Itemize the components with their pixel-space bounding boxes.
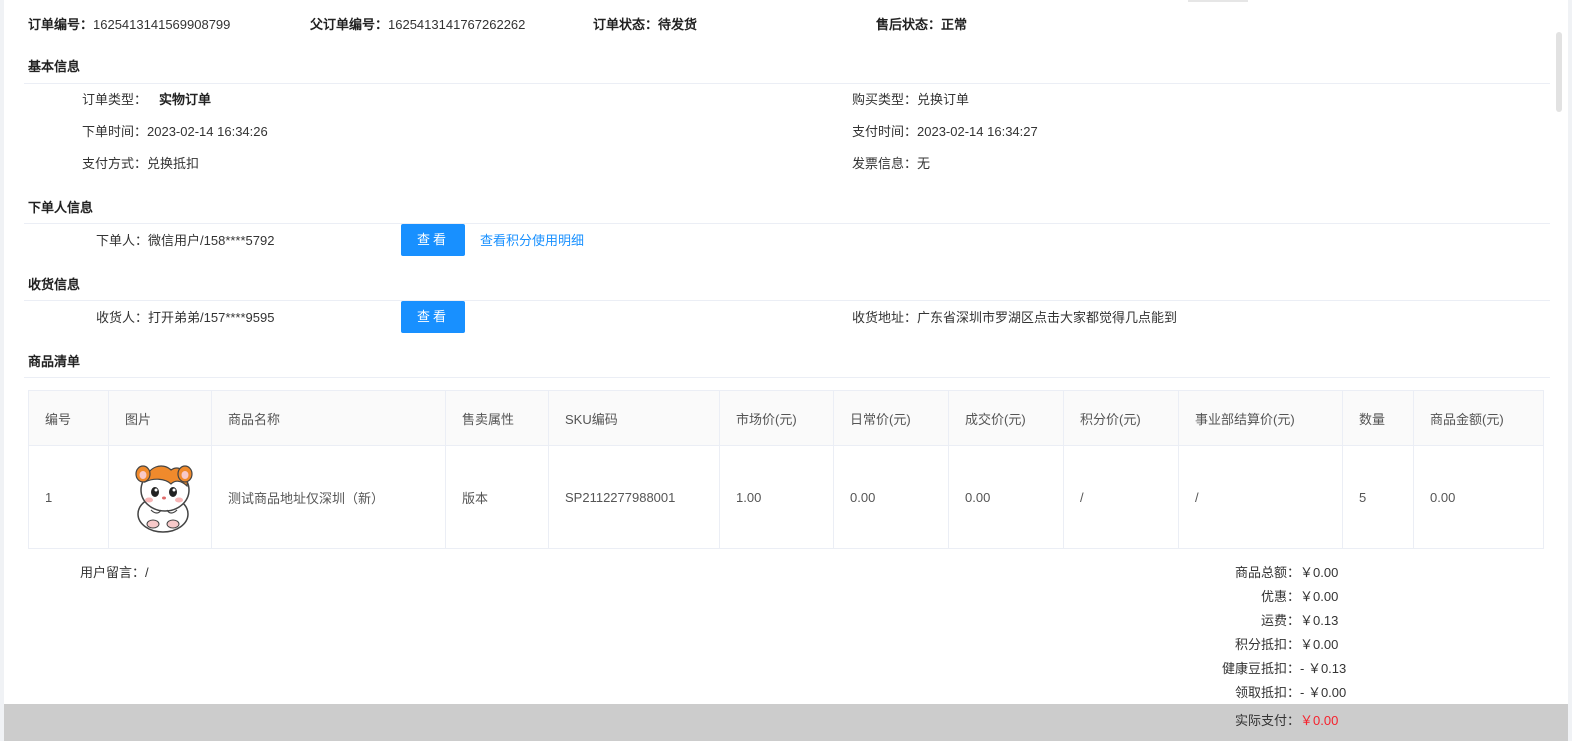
cell-name: 测试商品地址仅深圳（新） [211,445,446,549]
pay-time-label: 支付时间： [852,124,918,139]
pay-time: 支付时间：2023-02-14 16:34:27 [852,123,1038,141]
table-header-row: 编号 图片 商品名称 售卖属性 SKU编码 市场价(元) 日常价(元) 成交价(… [28,390,1544,446]
divider [24,377,1550,378]
receiver-info: 收货人：打开弟弟/157****9595 [96,309,274,327]
freight-label: 运费： [1260,613,1300,628]
column-header: 数量 [1342,390,1414,446]
column-header: 市场价(元) [719,390,834,446]
points-detail-link[interactable]: 查看积分使用明细 [480,232,584,250]
cell-points-price: / [1063,445,1179,549]
pay-method-value: 兑换抵扣 [147,156,200,171]
order-status: 订单状态：待发货 [593,16,697,34]
cell-daily-price: 0.00 [833,445,949,549]
order-no: 订单编号：1625413141569908799 [28,16,230,34]
freight-value: ￥0.13 [1300,613,1339,628]
cell-deal-price: 0.00 [948,445,1064,549]
horizontal-scroll-indicator[interactable] [1188,0,1248,2]
aftersale-status-value: 正常 [941,17,968,32]
buyer-view-button[interactable]: 查看 [401,224,465,256]
section-title-goods: 商品清单 [28,354,81,369]
paid-label: 实际支付： [1234,713,1300,728]
section-title-receiver: 收货信息 [28,277,81,292]
receiver-address: 收货地址：广东省深圳市罗湖区点击大家都觉得几点能到 [852,309,1177,327]
points-deduct-value: ￥0.00 [1300,637,1339,652]
buy-type: 购买类型：兑换订单 [852,91,969,109]
claim-deduct-label: 领取抵扣： [1234,685,1300,700]
claim-deduct-value: - ￥0.00 [1300,685,1347,700]
pay-time-value: 2023-02-14 16:34:27 [917,124,1038,139]
right-gutter [1568,0,1572,741]
cell-qty: 5 [1342,445,1414,549]
order-time: 下单时间：2023-02-14 16:34:26 [82,123,268,141]
buyer-label: 下单人： [96,233,149,248]
divider [24,300,1550,301]
invoice-info: 发票信息：无 [852,155,930,173]
column-header: 售卖属性 [445,390,549,446]
order-no-label: 订单编号： [28,17,94,32]
table-row: 1 测试商品地址仅深圳（新） 版本 SP2112277988001 1.00 0… [28,445,1544,549]
column-header: 成交价(元) [948,390,1064,446]
cell-dept-price: / [1178,445,1343,549]
paid-value: ￥0.00 [1300,713,1339,728]
column-header: 商品金额(元) [1413,390,1544,446]
column-header: 编号 [28,390,109,446]
order-type: 订单类型： 实物订单 [82,91,211,109]
pay-method: 支付方式：兑换抵扣 [82,155,199,173]
remark-label: 用户留言： [80,565,146,580]
column-header: 日常价(元) [833,390,949,446]
cell-no: 1 [28,445,109,549]
buy-type-label: 购买类型： [852,92,918,107]
address-label: 收货地址： [852,310,918,325]
total-label: 商品总额： [1234,565,1300,580]
buyer-value: 微信用户/158****5792 [148,233,275,248]
user-remark: 用户留言：/ [80,564,149,582]
cell-sku: SP2112277988001 [548,445,720,549]
aftersale-status: 售后状态：正常 [876,16,967,34]
invoice-value: 无 [917,156,931,171]
bean-deduct-label: 健康豆抵扣： [1221,661,1300,676]
remark-value: / [145,565,149,580]
parent-order-no: 父订单编号：1625413141767262262 [310,16,525,34]
receiver-value: 打开弟弟/157****9595 [148,310,275,325]
column-header: 图片 [108,390,212,446]
vertical-scrollbar-thumb[interactable] [1556,32,1562,112]
order-time-label: 下单时间： [82,124,148,139]
order-no-value: 1625413141569908799 [93,17,231,32]
order-status-label: 订单状态： [593,17,659,32]
column-header: 商品名称 [211,390,446,446]
parent-order-no-label: 父订单编号： [310,17,389,32]
order-status-value: 待发货 [658,17,698,32]
address-value: 广东省深圳市罗湖区点击大家都觉得几点能到 [917,310,1178,325]
column-header: SKU编码 [548,390,720,446]
total-value: ￥0.00 [1300,565,1339,580]
column-header: 事业部结算价(元) [1178,390,1343,446]
order-time-value: 2023-02-14 16:34:26 [147,124,268,139]
discount-value: ￥0.00 [1300,589,1339,604]
aftersale-status-label: 售后状态： [876,17,942,32]
divider [24,223,1550,224]
cell-market-price: 1.00 [719,445,834,549]
buy-type-value: 兑换订单 [917,92,970,107]
hamster-product-image[interactable] [129,460,195,534]
bean-deduct-value: - ￥0.13 [1300,661,1347,676]
order-type-value: 实物订单 [159,92,212,107]
section-title-basic: 基本信息 [28,59,81,74]
section-title-buyer: 下单人信息 [28,200,94,215]
receiver-label: 收货人： [96,310,149,325]
discount-label: 优惠： [1260,589,1300,604]
cell-attr: 版本 [445,445,549,549]
buyer-info: 下单人：微信用户/158****5792 [96,232,274,250]
divider [24,83,1550,84]
goods-table: 编号 图片 商品名称 售卖属性 SKU编码 市场价(元) 日常价(元) 成交价(… [28,390,1544,549]
points-deduct-label: 积分抵扣： [1234,637,1300,652]
parent-order-no-value: 1625413141767262262 [388,17,526,32]
cell-image [108,445,212,549]
pay-method-label: 支付方式： [82,156,148,171]
cell-amount: 0.00 [1413,445,1544,549]
invoice-label: 发票信息： [852,156,918,171]
receiver-view-button[interactable]: 查看 [401,301,465,333]
order-type-label: 订单类型： [82,92,148,107]
column-header: 积分价(元) [1063,390,1179,446]
